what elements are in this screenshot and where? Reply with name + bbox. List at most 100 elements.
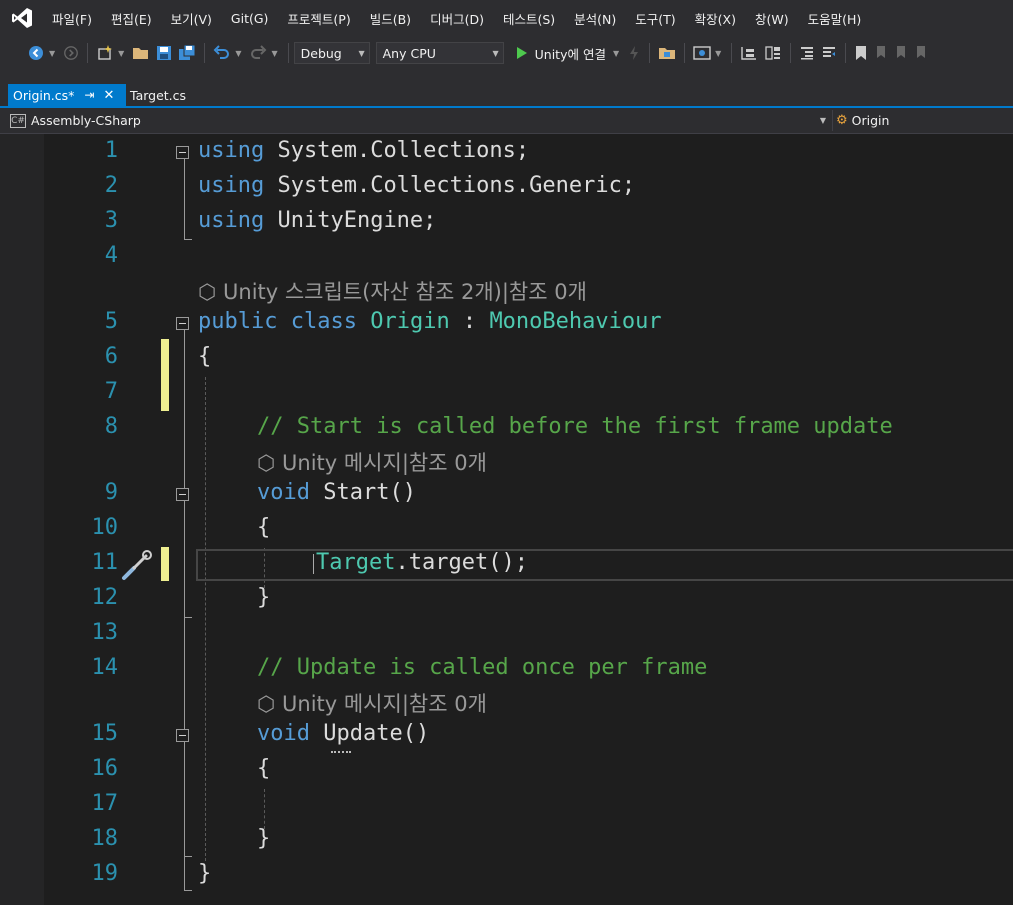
line-number: 11	[91, 550, 119, 575]
navigate-back-dropdown-icon[interactable]: ▼	[49, 49, 55, 58]
collapse-using-block-icon[interactable]	[176, 146, 189, 159]
menu-window[interactable]: 창(W)	[747, 0, 800, 36]
run-target-dropdown-icon[interactable]: ▼	[613, 49, 619, 58]
unity-cube-icon: ⬡	[198, 280, 224, 304]
code-line-1: using System.Collections;	[198, 138, 530, 163]
chevron-down-icon: ▼	[492, 48, 499, 58]
menu-bar: 파일(F) 편집(E) 보기(V) Git(G) 프로젝트(P) 빌드(B) 디…	[0, 0, 1013, 36]
menu-analyze[interactable]: 분석(N)	[566, 0, 627, 36]
collapse-class-icon[interactable]	[176, 317, 189, 330]
line-number: 12	[91, 585, 119, 610]
platform-value: Any CPU	[382, 45, 436, 61]
code-line-3: using UnityEngine;	[198, 208, 437, 233]
codelens-update-references[interactable]: ⬡ Unity 메시지|참조 0개	[257, 688, 487, 718]
menu-view[interactable]: 보기(V)	[163, 0, 223, 36]
indent-guide	[264, 789, 265, 829]
unsaved-change-marker	[161, 547, 169, 581]
class-icon: ⚙	[836, 113, 848, 128]
chevron-down-icon: ▼	[358, 48, 365, 58]
menu-edit[interactable]: 편집(E)	[103, 0, 163, 36]
undo-dropdown-icon[interactable]: ▼	[235, 49, 241, 58]
menu-file[interactable]: 파일(F)	[44, 0, 103, 36]
class-view-icon[interactable]	[761, 40, 785, 66]
redo-icon[interactable]	[246, 40, 270, 66]
new-item-dropdown-icon[interactable]: ▼	[118, 49, 124, 58]
step-into-icon[interactable]	[737, 40, 761, 66]
project-scope-select[interactable]: C# Assembly-CSharp ▼	[10, 110, 830, 131]
next-bookmark-icon[interactable]	[891, 40, 911, 66]
menu-git[interactable]: Git(G)	[223, 0, 280, 36]
open-file-icon[interactable]	[129, 40, 153, 66]
menu-tools[interactable]: 도구(T)	[627, 0, 686, 36]
pin-icon[interactable]: ⇥	[84, 88, 94, 102]
menu-build[interactable]: 빌드(B)	[362, 0, 422, 36]
code-line-15: void Update()	[257, 721, 430, 746]
solution-configuration-select[interactable]: Debug ▼	[293, 42, 370, 64]
code-line-10: {	[257, 515, 271, 540]
line-number: 19	[91, 861, 119, 886]
tab-target-cs[interactable]: Target.cs	[126, 84, 196, 106]
menu-extensions[interactable]: 확장(X)	[687, 0, 747, 36]
new-project-icon[interactable]	[93, 40, 117, 66]
line-number: 17	[91, 791, 119, 816]
redo-dropdown-icon[interactable]: ▼	[271, 49, 277, 58]
code-line-18: }	[257, 826, 271, 851]
navigate-forward-icon[interactable]	[60, 40, 82, 66]
previous-bookmark-icon[interactable]	[871, 40, 891, 66]
collapse-start-method-icon[interactable]	[176, 488, 189, 501]
outdent-icon[interactable]	[818, 40, 840, 66]
line-number: 8	[104, 414, 118, 439]
configuration-value: Debug	[300, 45, 342, 61]
line-number: 1	[104, 138, 118, 163]
save-all-icon[interactable]	[175, 40, 199, 66]
navigate-back-icon[interactable]	[24, 40, 48, 66]
project-name: Assembly-CSharp	[31, 113, 141, 128]
line-number: 15	[91, 721, 119, 746]
visual-studio-logo-icon[interactable]	[0, 0, 44, 36]
clear-bookmarks-icon[interactable]	[911, 40, 931, 66]
line-number: 18	[91, 826, 119, 851]
tab-origin-cs[interactable]: Origin.cs* ⇥ ✕	[8, 84, 126, 106]
indent-guide	[205, 377, 206, 861]
suggestion-dots	[331, 751, 351, 753]
menu-help[interactable]: 도움말(H)	[800, 0, 873, 36]
line-number: 14	[91, 655, 119, 680]
menu-test[interactable]: 테스트(S)	[495, 0, 566, 36]
code-line-8-comment: // Start is called before the first fram…	[257, 414, 893, 439]
codelens-class-references[interactable]: ⬡ Unity 스크립트(자산 참조 2개)|참조 0개	[198, 276, 587, 306]
line-number: 2	[104, 173, 118, 198]
collapse-update-method-icon[interactable]	[176, 729, 189, 742]
code-line-12: }	[257, 585, 271, 610]
unity-cube-icon: ⬡	[257, 692, 283, 716]
solution-platform-select[interactable]: Any CPU ▼	[375, 42, 504, 64]
close-icon[interactable]: ✕	[103, 88, 114, 103]
hot-reload-icon[interactable]	[624, 40, 644, 66]
play-icon	[516, 47, 527, 59]
code-editor[interactable]: 1 2 3 4 5 6 7 8 9 10 11 12 13 14 15 16 1…	[0, 134, 1013, 905]
save-icon[interactable]	[153, 40, 175, 66]
line-number: 5	[104, 309, 118, 334]
menu-debug[interactable]: 디버그(D)	[422, 0, 495, 36]
line-number: 9	[104, 480, 118, 505]
indent-icon[interactable]	[796, 40, 818, 66]
browser-link-icon[interactable]	[690, 40, 714, 66]
code-line-2: using System.Collections.Generic;	[198, 173, 636, 198]
code-line-5: public class Origin : MonoBehaviour	[198, 309, 662, 334]
type-scope-select[interactable]: ⚙ Origin	[836, 110, 1013, 131]
start-debugging-button[interactable]: Unity에 연결	[514, 40, 608, 66]
menu-project[interactable]: 프로젝트(P)	[279, 0, 361, 36]
codelens-start-references[interactable]: ⬡ Unity 메시지|참조 0개	[257, 447, 487, 477]
tab-label: Target.cs	[130, 87, 187, 103]
standard-toolbar: ▼ ▼ ▼ ▼ Debug ▼ Any CPU ▼ Unity에 연결 ▼ ▼	[0, 36, 1013, 70]
line-number: 13	[91, 620, 119, 645]
line-number: 3	[104, 208, 118, 233]
code-line-14-comment: // Update is called once per frame	[257, 655, 708, 680]
line-number: 10	[91, 515, 119, 540]
undo-icon[interactable]	[210, 40, 234, 66]
code-line-16: {	[257, 756, 271, 781]
quick-actions-screwdriver-icon[interactable]	[120, 548, 154, 582]
solution-folder-icon[interactable]	[655, 40, 679, 66]
browser-link-dropdown-icon[interactable]: ▼	[715, 49, 721, 58]
bookmark-icon[interactable]	[851, 40, 871, 66]
unity-cube-icon: ⬡	[257, 451, 283, 475]
